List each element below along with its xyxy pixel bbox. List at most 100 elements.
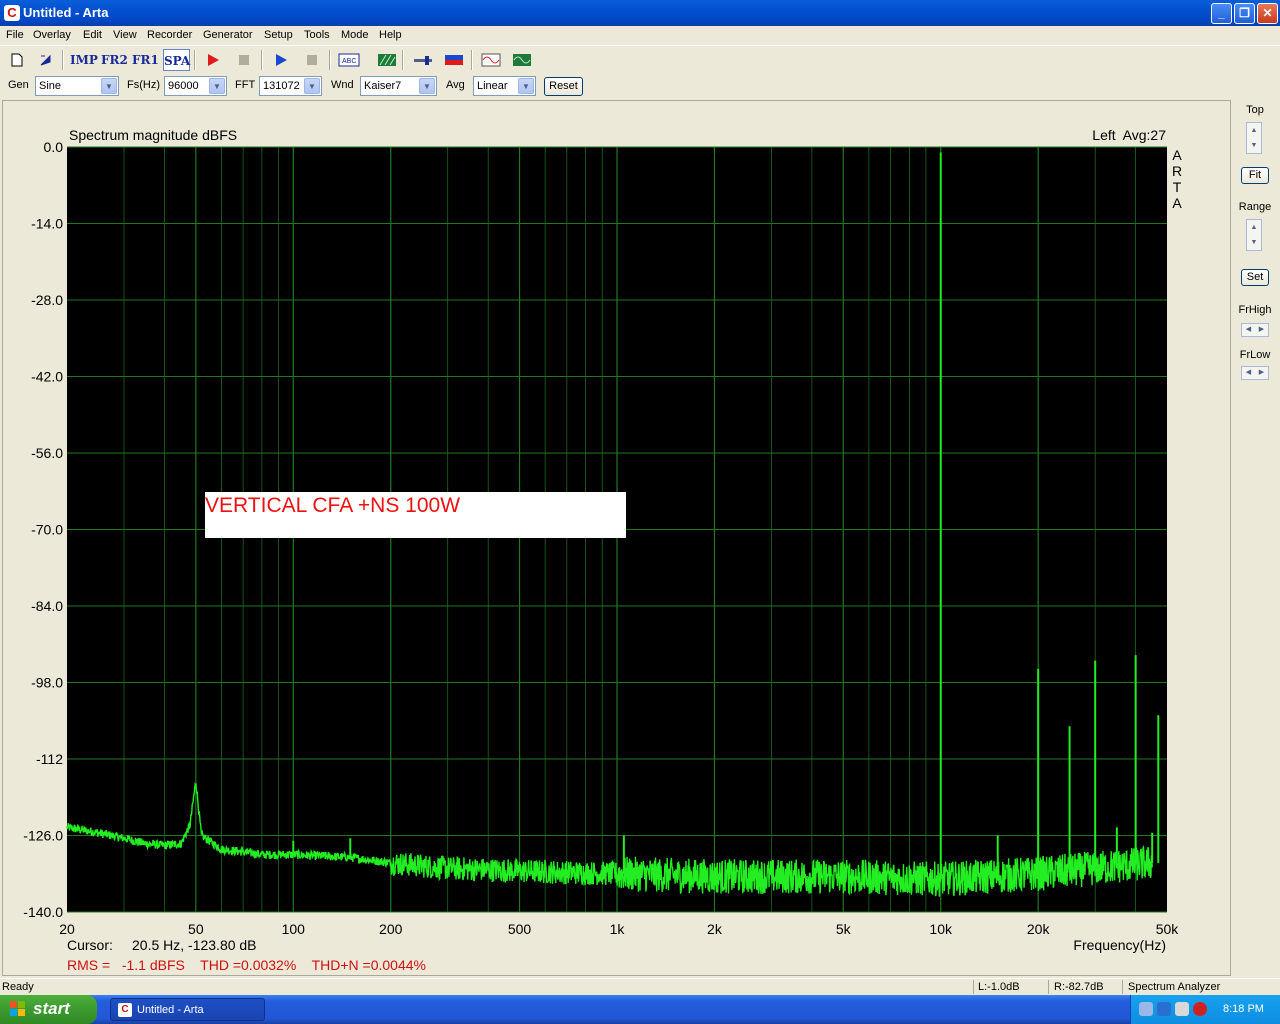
slider-icon[interactable] [411,49,434,71]
spectrum-mode-button[interactable]: SPA [163,49,190,71]
reset-button[interactable]: Reset [544,77,583,96]
grid-hatch-icon[interactable] [375,49,398,71]
arta-app-icon[interactable]: C [4,5,20,21]
status-bar: Ready L:-1.0dB R:-82.7dB Spectrum Analyz… [0,978,1280,995]
windows-logo-icon [10,1001,25,1016]
fr1-mode-button[interactable]: FR1 [132,49,159,71]
generator-select[interactable]: Sine ▼ [35,76,119,96]
svg-text:ABC: ABC [342,58,356,65]
fft-size-select[interactable]: 131072 ▼ [259,76,322,96]
fit-button[interactable]: Fit [1241,167,1269,184]
close-button[interactable]: ✕ [1257,3,1278,24]
frhigh-spinner[interactable]: ◀ ▶ [1241,323,1269,337]
up-arrow-icon[interactable]: ▲ [1247,123,1261,138]
x-tick-label: 10k [929,921,953,937]
start-button[interactable]: start [0,995,97,1024]
record-icon[interactable] [201,49,224,71]
range-spinner[interactable]: ▲ ▼ [1246,219,1262,251]
play-icon[interactable] [269,49,292,71]
sine-wave-icon[interactable] [479,49,502,71]
x-tick-label: 20k [1027,921,1051,937]
open-file-icon[interactable] [33,49,56,71]
down-arrow-icon[interactable]: ▼ [1247,235,1261,250]
menu-edit[interactable]: Edit [83,29,102,41]
y-tick-label: -84.0 [31,598,63,614]
window-value: Kaiser7 [364,80,402,92]
left-level: L:-1.0dB [978,981,1020,993]
brand-letter: A [1172,195,1182,211]
cursor-label: Cursor: [67,937,113,953]
menu-mode[interactable]: Mode [341,29,369,41]
right-arrow-icon[interactable]: ▶ [1255,324,1268,336]
impulse-mode-button[interactable]: IMP [70,49,98,71]
window-select[interactable]: Kaiser7 ▼ [360,76,437,96]
chevron-down-icon[interactable]: ▼ [101,78,117,94]
menu-tools[interactable]: Tools [304,29,330,41]
brand-letter: R [1172,163,1182,179]
annotation-text[interactable]: VERTICAL CFA +NS 100W [205,494,460,517]
stop-icon[interactable] [300,49,323,71]
scope-wave-icon[interactable] [510,49,533,71]
x-tick-label: 5k [836,921,852,937]
window-title: Untitled - Arta [23,5,109,20]
spectrum-chart[interactable]: 0.0 -14.0 -28.0 -42.0 -56.0 -70.0 -84.0 -98.0 -1… [3,101,1230,975]
menu-view[interactable]: View [113,29,137,41]
averaging-select[interactable]: Linear ▼ [473,76,536,96]
channel-info: Left Avg:27 [1092,127,1166,143]
left-arrow-icon[interactable]: ◀ [1242,324,1255,336]
menu-generator[interactable]: Generator [203,29,253,41]
system-tray: 8:18 PM [1130,995,1280,1024]
stop-record-icon[interactable] [232,49,255,71]
brand-letter: A [1172,147,1182,163]
main-toolbar: IMP FR2 FR1 SPA ABC [0,45,1280,73]
menu-overlay[interactable]: Overlay [33,29,71,41]
arta-app-icon: C [118,1003,132,1017]
x-tick-label: 500 [508,921,532,937]
frlow-spinner[interactable]: ◀ ▶ [1241,366,1269,380]
chevron-down-icon[interactable]: ▼ [209,78,225,94]
range-label: Range [1238,201,1272,213]
frhigh-label: FrHigh [1238,304,1272,316]
menu-setup[interactable]: Setup [264,29,293,41]
color-bar-icon[interactable] [442,49,465,71]
y-tick-label: -14.0 [31,216,63,232]
x-tick-label: 20 [59,921,75,937]
generator-value: Sine [39,80,62,92]
chevron-down-icon[interactable]: ▼ [518,78,534,94]
chevron-down-icon[interactable]: ▼ [304,78,320,94]
left-arrow-icon[interactable]: ◀ [1242,367,1255,379]
right-arrow-icon[interactable]: ▶ [1255,367,1268,379]
y-tick-label: -126.0 [23,828,63,844]
menu-file[interactable]: File [6,29,24,41]
up-arrow-icon[interactable]: ▲ [1247,220,1261,235]
restore-button[interactable]: ❐ [1234,3,1255,24]
taskbar-item-arta[interactable]: C Untitled - Arta [110,998,265,1021]
network-icon[interactable] [1139,1002,1153,1016]
settings-toolbar: Gen Sine ▼ Fs(Hz) 96000 ▼ FFT 131072 ▼ W… [0,73,1280,98]
y-tick-label: -98.0 [31,675,63,691]
chevron-down-icon[interactable]: ▼ [419,78,435,94]
security-shield-icon[interactable] [1193,1002,1207,1016]
new-file-icon[interactable] [5,49,28,71]
text-annotation-icon[interactable]: ABC [337,49,360,71]
down-arrow-icon[interactable]: ▼ [1247,138,1261,153]
menu-help[interactable]: Help [379,29,402,41]
menu-recorder[interactable]: Recorder [147,29,192,41]
avg-label: Avg [446,79,465,91]
volume-icon[interactable] [1157,1002,1171,1016]
cursor-value: 20.5 Hz, -123.80 dB [132,937,257,953]
set-button[interactable]: Set [1241,269,1269,286]
window-label: Wnd [331,79,354,91]
top-spinner[interactable]: ▲ ▼ [1246,122,1262,154]
title-bar: C Untitled - Arta _ ❐ ✕ [0,0,1280,26]
minimize-button[interactable]: _ [1211,3,1232,24]
antivirus-icon[interactable] [1175,1002,1189,1016]
right-level: R:-82.7dB [1054,981,1104,993]
frequency-axis-label: Frequency(Hz) [1073,937,1166,953]
fr2-mode-button[interactable]: FR2 [101,49,128,71]
brand-letter: T [1173,179,1182,195]
x-tick-label: 200 [379,921,403,937]
status-ready: Ready [2,981,34,993]
scale-panel: Top ▲ ▼ Fit Range ▲ ▼ Set FrHigh ◀ ▶ FrLow … [1232,100,1280,976]
sample-rate-select[interactable]: 96000 ▼ [164,76,227,96]
